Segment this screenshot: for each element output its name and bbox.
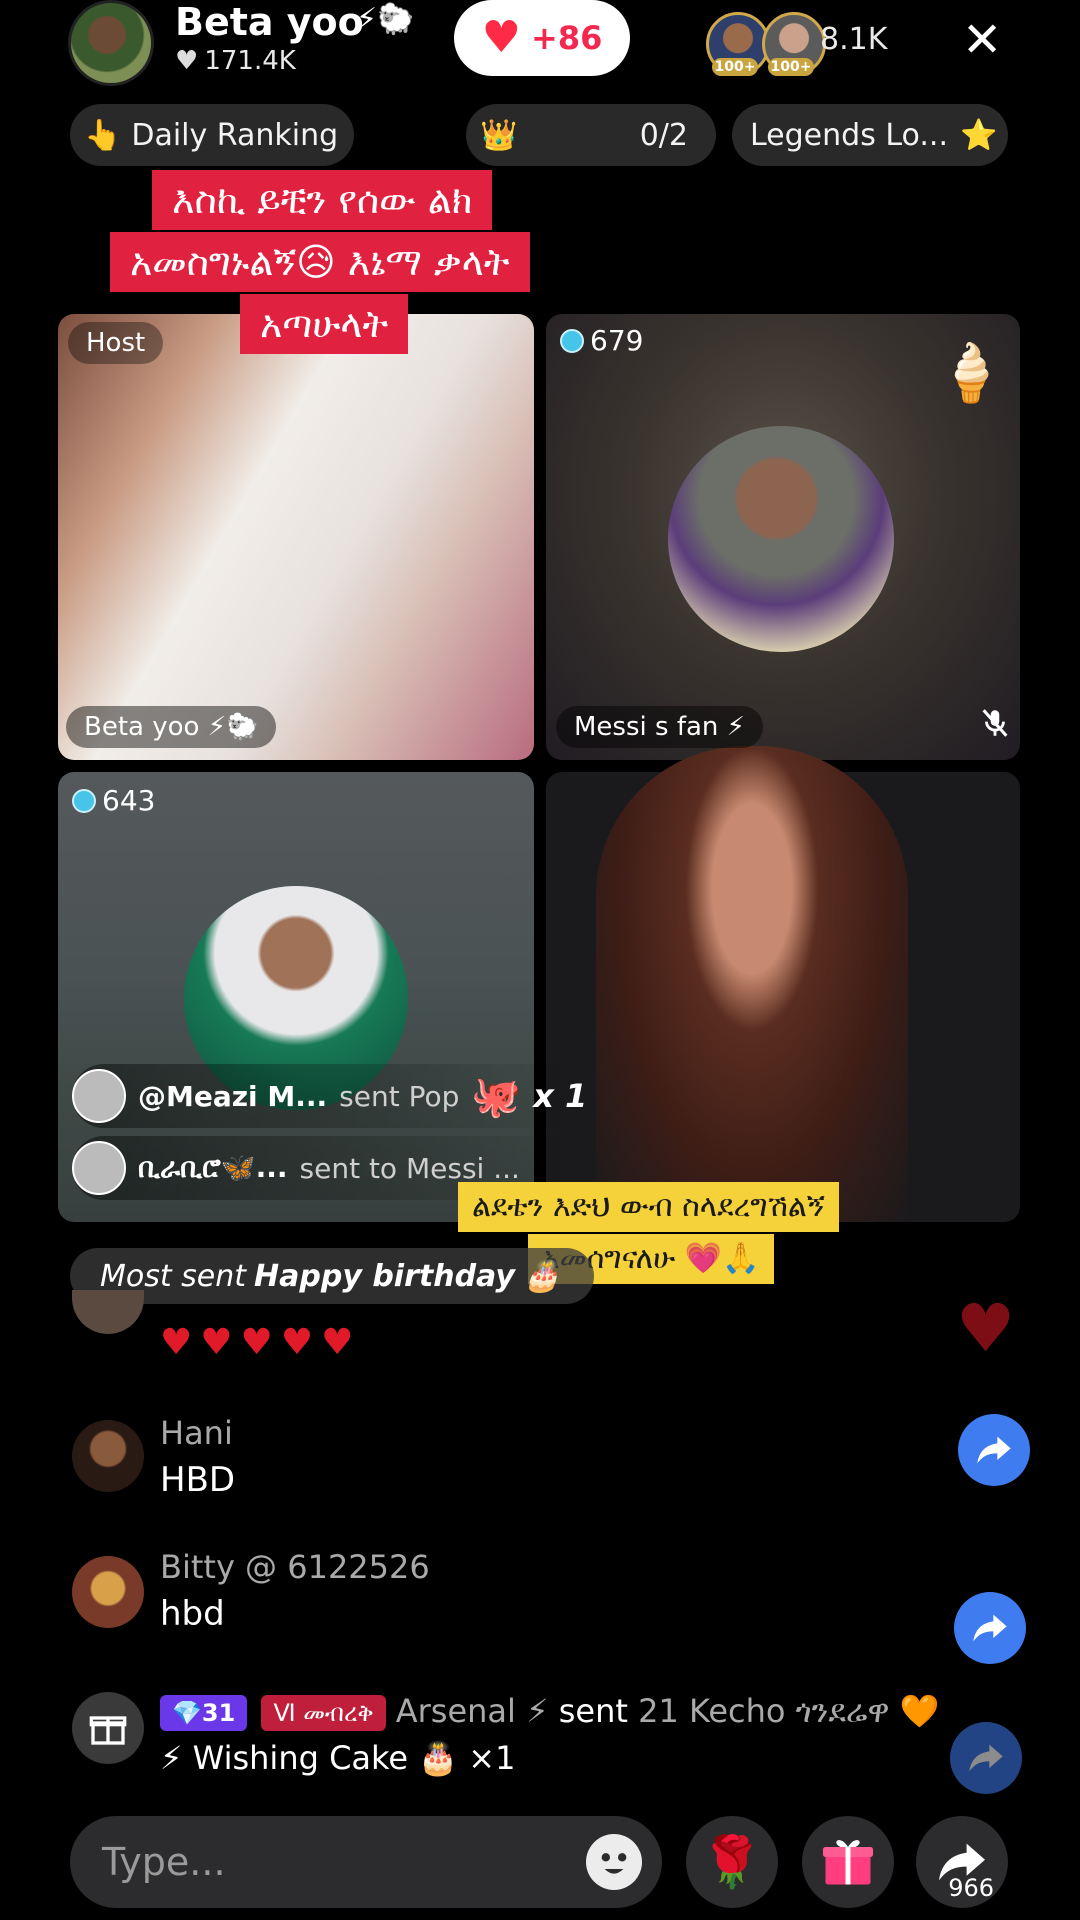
share-arrow-icon (977, 1436, 1011, 1464)
legends-league-button[interactable]: Legends Lo... ⭐ (732, 104, 1008, 166)
gift-action: sent to Messi ... (299, 1151, 520, 1185)
banner-line: አመስግኑልኝ😥 እኔማ ቃላት (110, 232, 530, 292)
gift-log-user[interactable]: Arsenal ⚡ (396, 1692, 549, 1730)
gift-icon: 🐙 (471, 1073, 522, 1120)
gift-log-gift: 21 Kecho ጎንደሬዋ 🧡 (638, 1692, 940, 1730)
reply-button[interactable] (958, 1414, 1030, 1486)
diamond-icon (560, 328, 584, 353)
gift-log-icon-button[interactable] (72, 1692, 144, 1764)
heart-icon: ♥ (481, 12, 522, 63)
daily-ranking-button[interactable]: 👆 Daily Ranking (70, 104, 354, 166)
like-increment: +86 (531, 19, 603, 57)
tile-name-label: Beta yoo ⚡🐑 (66, 706, 277, 748)
tile-name-label: Messi s fan ⚡ (556, 706, 763, 748)
host-name[interactable]: Beta yoo (175, 0, 364, 44)
gift-action: sent Pop (339, 1079, 460, 1113)
gift-log-sent: sent (558, 1692, 628, 1730)
chat-avatar[interactable] (72, 1290, 144, 1334)
gift-log-entry: 💎31 Ⅵ መብረቅ Arsenal ⚡ sent 21 Kecho ጎንደሬዋ… (160, 1692, 939, 1777)
chat-message: hbd (160, 1594, 225, 1634)
viewer-tag: 100+ (712, 58, 758, 76)
guest-score-value: 643 (102, 784, 156, 817)
like-button[interactable]: ♥ +86 (454, 0, 630, 76)
host-video-tile[interactable] (58, 314, 534, 760)
rose-gift-button[interactable]: 🌹 (686, 1816, 778, 1908)
share-arrow-icon (969, 1744, 1003, 1772)
viewer-tag: 100+ (768, 58, 814, 76)
gift-box-icon (89, 1716, 127, 1745)
mic-muted-icon (982, 709, 1008, 737)
most-sent-prefix: Most sent (100, 1258, 247, 1294)
banner-line: አጣሁላት (240, 294, 409, 354)
pointing-hand-icon: 👆 (84, 117, 122, 153)
host-badges: ⚡🐑 (356, 2, 415, 37)
host-tag: Host (68, 322, 164, 364)
caption-line: ልደቴን እድህ ውብ ስላደረግሽልኝ (458, 1182, 839, 1232)
guest-score: 679 (560, 324, 643, 357)
gift-sender-avatar (72, 1069, 126, 1123)
cake-icon: 🎂 (522, 1258, 561, 1294)
most-sent-banner: Most sent Happy birthday 🎂 (70, 1248, 595, 1304)
gift-sender-name: ቢራቢሮ🦋... (138, 1151, 288, 1184)
face-icon (601, 1853, 627, 1874)
comment-placeholder: Type... (102, 1840, 226, 1884)
share-count: 966 (948, 1874, 994, 1902)
gift-sender-name: @Meazi M... (138, 1079, 328, 1113)
gift-count: x 1 (533, 1077, 588, 1115)
guest-portrait (596, 746, 908, 1222)
chat-avatar[interactable] (72, 1420, 144, 1492)
share-arrow-icon (973, 1614, 1007, 1642)
goal-progress[interactable]: 👑 0/2 (466, 104, 716, 166)
comment-input[interactable]: Type... (70, 1816, 662, 1908)
gift-sender-avatar (72, 1141, 126, 1195)
guest-score: 643 (72, 784, 155, 817)
crown-icon: 👑 (480, 117, 518, 153)
host-avatar[interactable] (68, 0, 154, 86)
guest-avatar (668, 426, 894, 652)
user-level-badge: 💎31 (160, 1695, 248, 1731)
most-sent-gift: Happy birthday (254, 1258, 515, 1294)
chat-message: HBD (160, 1460, 236, 1500)
vip-badge: Ⅵ መብረቅ (261, 1695, 386, 1731)
chat-hearts: ♥♥♥♥♥ (160, 1322, 362, 1363)
gift-button[interactable] (802, 1816, 894, 1908)
floating-heart-icon: ♥ (956, 1290, 1016, 1367)
chat-username[interactable]: Hani (160, 1414, 233, 1452)
close-icon[interactable]: ✕ (962, 10, 1002, 70)
ice-cream-icon: 🍦 (936, 341, 1006, 406)
goal-progress-value: 0/2 (639, 117, 688, 153)
guest-score-value: 679 (590, 324, 644, 357)
gift-box-icon (823, 1840, 873, 1885)
host-likes-count: 171.4K (204, 46, 296, 76)
host-likes: ♥ 171.4K (175, 46, 296, 76)
gift-notification: @Meazi M... sent Pop 🐙 x 1 (72, 1064, 592, 1128)
heart-icon: ♥ (175, 46, 199, 76)
diamond-icon (72, 788, 96, 813)
chat-username[interactable]: Bitty @ 6122526 (160, 1548, 430, 1586)
reply-button[interactable] (954, 1592, 1026, 1664)
viewer-count[interactable]: 8.1K (820, 22, 887, 57)
rose-icon: 🌹 (700, 1832, 764, 1891)
share-button[interactable]: 966 (916, 1816, 1008, 1908)
emoji-button[interactable] (586, 1834, 642, 1890)
banner-line: እስኪ ይቺን የሰው ልክ (152, 170, 493, 230)
legends-label: Legends Lo... (750, 117, 948, 153)
daily-ranking-label: Daily Ranking (131, 117, 339, 153)
chat-avatar[interactable] (72, 1556, 144, 1628)
gift-log-line2: ⚡ Wishing Cake 🎂 ×1 (160, 1739, 516, 1777)
reply-button[interactable] (950, 1722, 1022, 1794)
star-icon: ⭐ (960, 117, 998, 153)
